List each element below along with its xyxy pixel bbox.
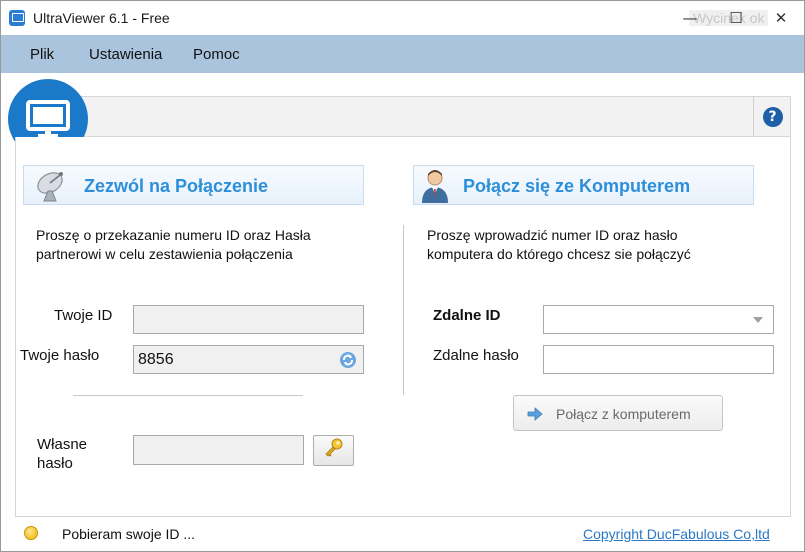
toolbar-strip [15, 96, 791, 137]
maximize-button[interactable]: ☐ [713, 1, 759, 35]
remote-password-label: Zdalne hasło [433, 347, 519, 364]
help-icon: ? [762, 106, 783, 127]
status-indicator-icon [24, 526, 38, 540]
allow-description-line2: partnerowi w celu zestawienia połączenia [36, 246, 293, 262]
close-button[interactable]: ✕ [758, 1, 804, 35]
your-id-field[interactable] [133, 305, 364, 334]
minimize-button[interactable]: — [667, 1, 713, 35]
refresh-password-icon[interactable] [339, 351, 357, 374]
app-icon [9, 10, 25, 26]
copyright-link[interactable]: Copyright DucFabulous Co,ltd [583, 526, 770, 542]
menu-item-pomoc[interactable]: Pomoc [193, 46, 240, 63]
custom-password-label-line1: Własne [37, 436, 88, 453]
window-title: UltraViewer 6.1 - Free [33, 10, 170, 26]
connect-section-title: Połącz się ze Komputerem [463, 176, 691, 196]
satellite-dish-icon [34, 169, 70, 208]
center-divider [403, 225, 404, 395]
remote-password-field[interactable] [543, 345, 774, 374]
remote-id-label: Zdalne ID [433, 307, 501, 324]
connect-section-header: Połącz się ze Komputerem [413, 165, 754, 205]
app-window: UltraViewer 6.1 - Free Wycinek ok — ☐ ✕ … [0, 0, 805, 552]
allow-description-line1: Proszę o przekazanie numeru ID oraz Hasł… [36, 227, 311, 243]
key-icon [323, 437, 345, 464]
status-text: Pobieram swoje ID ... [62, 526, 196, 542]
menu-item-ustawienia[interactable]: Ustawienia [89, 46, 162, 63]
allow-section-title: Zezwól na Połączenie [84, 176, 269, 196]
menu-item-plik[interactable]: Plik [30, 46, 54, 63]
help-button[interactable]: ? [753, 96, 791, 137]
left-divider [73, 395, 303, 396]
user-avatar-icon [418, 168, 452, 209]
your-id-label: Twoje ID [54, 307, 113, 324]
connect-description-line1: Proszę wprowadzić numer ID oraz hasło [427, 227, 678, 243]
custom-password-field[interactable] [133, 435, 304, 465]
connect-button-label: Połącz z komputerem [556, 406, 691, 422]
your-password-value: 8856 [138, 351, 174, 368]
menu-bar: Plik Ustawienia Pomoc [1, 35, 804, 73]
remote-id-combobox[interactable] [543, 305, 774, 334]
custom-password-label-line2: hasło [37, 455, 73, 472]
your-password-field[interactable]: 8856 [133, 345, 364, 374]
allow-section-header: Zezwól na Połączenie [23, 165, 364, 205]
connect-button[interactable]: Połącz z komputerem [513, 395, 723, 431]
set-password-button[interactable] [313, 435, 354, 466]
arrow-right-icon [526, 405, 544, 428]
connect-description-line2: komputera do którego chcesz sie połączyć [427, 246, 691, 262]
title-bar: UltraViewer 6.1 - Free Wycinek ok — ☐ ✕ [1, 1, 804, 35]
your-password-label: Twoje hasło [20, 347, 100, 364]
dropdown-arrow-icon[interactable] [753, 317, 763, 323]
